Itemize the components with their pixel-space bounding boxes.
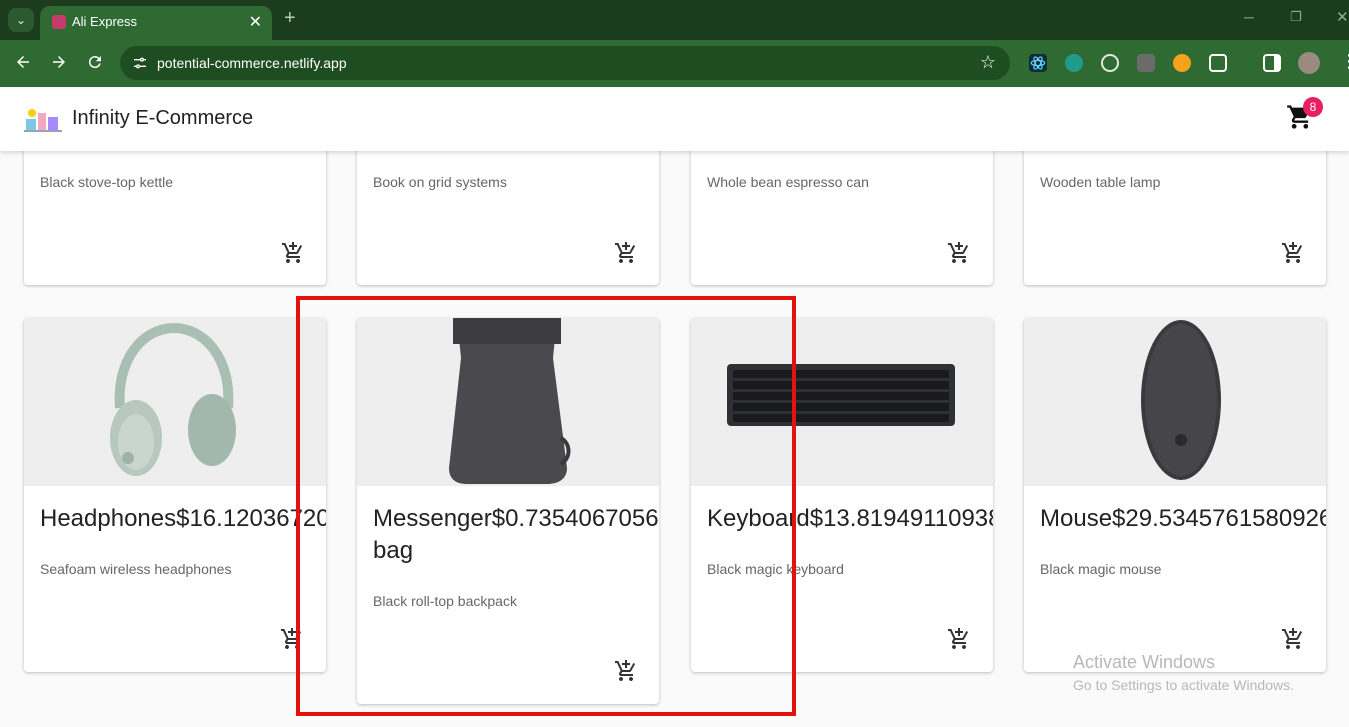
- product-description: Black magic mouse: [1040, 561, 1162, 577]
- add-to-cart-icon[interactable]: [1281, 627, 1305, 651]
- site-info-icon[interactable]: [132, 55, 148, 74]
- new-tab-button[interactable]: +: [284, 7, 296, 30]
- brand-logo-icon[interactable]: [24, 105, 62, 133]
- product-card: Book on grid systems: [357, 151, 659, 285]
- product-description: Whole bean espresso can: [707, 174, 869, 190]
- window-restore-button[interactable]: ❐: [1290, 9, 1302, 25]
- back-arrow-icon[interactable]: [14, 53, 32, 74]
- add-to-cart-icon[interactable]: [1281, 241, 1305, 265]
- cart-count-badge: 8: [1303, 97, 1323, 117]
- product-description: Seafoam wireless headphones: [40, 561, 232, 577]
- add-to-cart-icon[interactable]: [280, 627, 304, 651]
- watermark-title: Activate Windows: [1073, 652, 1216, 672]
- product-image[interactable]: [1024, 318, 1326, 486]
- reload-icon[interactable]: [86, 53, 104, 74]
- forward-arrow-icon[interactable]: [50, 53, 68, 74]
- grammarly-icon[interactable]: [1065, 54, 1083, 72]
- product-card: Messenger$0.7354067056 bag Black roll-to…: [357, 318, 659, 704]
- add-to-cart-icon[interactable]: [947, 627, 971, 651]
- app-header: Infinity E-Commerce 8: [0, 87, 1349, 151]
- product-card: Black stove-top kettle: [24, 151, 326, 285]
- product-title: Keyboard$13.81949110938: [707, 505, 993, 532]
- product-image[interactable]: [24, 318, 326, 486]
- profile-avatar[interactable]: [1298, 52, 1320, 74]
- tab-close-button[interactable]: ✕: [249, 12, 262, 32]
- product-card: Wooden table lamp: [1024, 151, 1326, 285]
- extensions-puzzle-icon[interactable]: [1209, 54, 1227, 72]
- product-card: Keyboard$13.81949110938 Black magic keyb…: [691, 318, 993, 672]
- product-card: Headphones$16.12036720 Seafoam wireless …: [24, 318, 326, 672]
- globe-extension-icon[interactable]: [1101, 54, 1119, 72]
- browser-toolbar: potential-commerce.netlify.app ☆ ⋮: [0, 40, 1349, 87]
- window-close-button[interactable]: ✕: [1336, 8, 1349, 26]
- side-panel-icon[interactable]: [1263, 54, 1281, 72]
- product-description: Book on grid systems: [373, 174, 507, 190]
- bookmark-star-icon[interactable]: ☆: [980, 52, 996, 73]
- watermark-subtitle: Go to Settings to activate Windows.: [1073, 677, 1294, 693]
- product-description: Wooden table lamp: [1040, 174, 1161, 190]
- add-to-cart-icon[interactable]: [614, 659, 638, 683]
- product-description: Black roll-top backpack: [373, 593, 517, 609]
- add-to-cart-icon[interactable]: [281, 241, 305, 265]
- product-image[interactable]: [357, 318, 659, 486]
- tab-search-button[interactable]: ⌄: [8, 8, 34, 32]
- product-title: Messenger$0.7354067056 bag: [373, 505, 659, 564]
- tab-title: Ali Express: [72, 14, 138, 29]
- product-description: Black magic keyboard: [707, 561, 844, 577]
- product-card: Mouse$29.5345761580926 Black magic mouse: [1024, 318, 1326, 672]
- site-favicon-icon: [52, 15, 66, 29]
- add-to-cart-icon[interactable]: [614, 241, 638, 265]
- browser-tab-bar: ⌄ Ali Express ✕ + ─ ❐ ✕: [0, 0, 1349, 40]
- browser-tab[interactable]: Ali Express ✕: [40, 6, 272, 40]
- react-devtools-icon[interactable]: [1029, 54, 1047, 72]
- product-title: Mouse$29.5345761580926: [1040, 505, 1326, 532]
- brand-title[interactable]: Infinity E-Commerce: [72, 107, 253, 130]
- camera-extension-icon[interactable]: [1137, 54, 1155, 72]
- product-title: Headphones$16.12036720: [40, 505, 326, 532]
- emoji-extension-icon[interactable]: [1173, 54, 1191, 72]
- address-bar[interactable]: potential-commerce.netlify.app ☆: [120, 46, 1010, 80]
- product-grid: Black stove-top kettle Book on grid syst…: [0, 151, 1349, 727]
- windows-activation-watermark: Activate Windows Go to Settings to activ…: [1073, 652, 1294, 693]
- window-minimize-button[interactable]: ─: [1244, 9, 1254, 25]
- product-card: Whole bean espresso can: [691, 151, 993, 285]
- browser-menu-icon[interactable]: ⋮: [1340, 51, 1349, 72]
- url-text[interactable]: potential-commerce.netlify.app: [157, 55, 347, 71]
- product-description: Black stove-top kettle: [40, 174, 174, 190]
- add-to-cart-icon[interactable]: [947, 241, 971, 265]
- product-image[interactable]: [691, 318, 993, 486]
